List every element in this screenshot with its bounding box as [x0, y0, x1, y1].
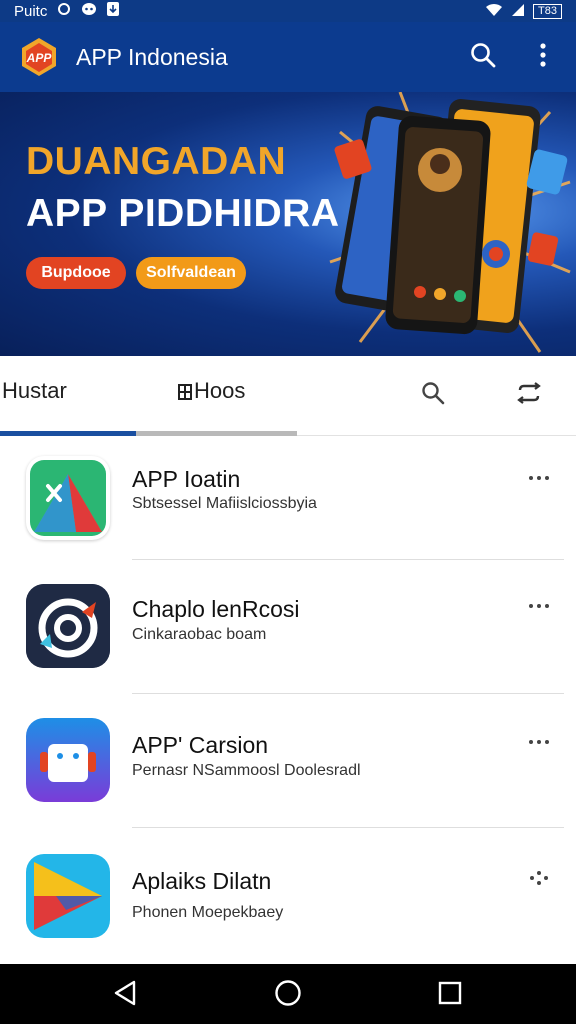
list-item[interactable]: APP' Carsion Pernasr NSammoosl Doolesrad… — [0, 694, 576, 828]
banner-headline-secondary: APP PIDDHIDRA — [26, 192, 340, 235]
overflow-menu-button[interactable] — [528, 42, 558, 72]
notification-icon — [57, 2, 71, 20]
signal-icon — [511, 3, 525, 20]
download-icon — [107, 2, 120, 20]
tab-search-button[interactable] — [418, 380, 448, 410]
app-icon-3 — [26, 718, 110, 802]
logo-text: APP — [26, 51, 53, 65]
app-icon-1 — [26, 456, 110, 540]
list-item[interactable]: Chaplo lenRcosi Cinkaraobac boam — [0, 560, 576, 694]
app-name: APP' Carsion — [132, 732, 269, 758]
tab-hoos[interactable]: Hoos — [178, 378, 245, 406]
back-icon — [113, 980, 137, 1011]
status-bar: Puitc T83 — [0, 0, 576, 22]
search-icon — [421, 381, 445, 410]
home-icon — [274, 979, 302, 1012]
more-vert-icon — [539, 42, 547, 72]
app-icon-4 — [26, 854, 110, 938]
messenger-icon — [81, 2, 97, 20]
list-item[interactable]: Aplaiks Dilatn Phonen Moepekbaey — [0, 828, 576, 962]
app-subtitle: Phonen Moepekbaey — [132, 904, 284, 921]
phones-illustration — [329, 92, 571, 353]
home-button[interactable] — [273, 979, 303, 1012]
more-horiz-icon — [527, 471, 551, 489]
recents-button[interactable] — [435, 980, 465, 1010]
app-name: Aplaiks Dilatn — [132, 868, 272, 894]
banner-button-primary[interactable]: Bupdooe — [26, 257, 126, 289]
app-more-button[interactable] — [524, 868, 554, 892]
more-horiz-icon — [527, 868, 551, 893]
banner-headline-primary: DUANGADAN — [26, 140, 287, 183]
app-subtitle: Cinkaraobac boam — [132, 626, 267, 643]
app-more-button[interactable] — [524, 732, 554, 756]
app-logo: APP — [18, 36, 60, 78]
wifi-icon — [485, 3, 503, 20]
banner-button-secondary[interactable]: Solfvaldean — [136, 257, 246, 289]
recents-icon — [438, 981, 462, 1010]
tab-hustar[interactable]: Hustar — [2, 378, 67, 404]
app-name: Chaplo lenRcosi — [132, 596, 300, 622]
battery-indicator: T83 — [533, 3, 562, 19]
repeat-icon — [514, 381, 544, 409]
app-more-button[interactable] — [524, 468, 554, 492]
back-button[interactable] — [110, 980, 140, 1010]
app-name: APP Ioatin — [132, 466, 241, 492]
refresh-button[interactable] — [514, 380, 544, 410]
app-more-button[interactable] — [524, 596, 554, 620]
tab-bar: Hustar Hoos — [0, 356, 576, 436]
search-button[interactable] — [468, 42, 498, 72]
tab-hoos-label: Hoos — [194, 378, 246, 403]
search-icon — [470, 42, 496, 73]
system-nav-bar — [0, 964, 576, 1024]
app-icon-2 — [26, 584, 110, 668]
app-title: APP Indonesia — [76, 43, 228, 70]
app-subtitle: Pernasr NSammoosl Doolesradl — [132, 762, 361, 779]
more-horiz-icon — [527, 599, 551, 617]
promo-banner[interactable]: DUANGADAN APP PIDDHIDRA Bupdooe Solfvald… — [0, 92, 576, 356]
app-bar: APP APP Indonesia — [0, 22, 576, 92]
grid-icon — [178, 380, 192, 406]
app-screen: Puitc T83 APP APP Indonesia DUANGADAN AP… — [0, 0, 576, 1024]
app-subtitle: Sbtsessel Mafiislciossbyia — [132, 495, 317, 512]
list-item[interactable]: APP Ioatin Sbtsessel Mafiislciossbyia — [0, 426, 576, 560]
carrier-label: Puitc — [14, 2, 48, 20]
more-horiz-icon — [527, 735, 551, 753]
